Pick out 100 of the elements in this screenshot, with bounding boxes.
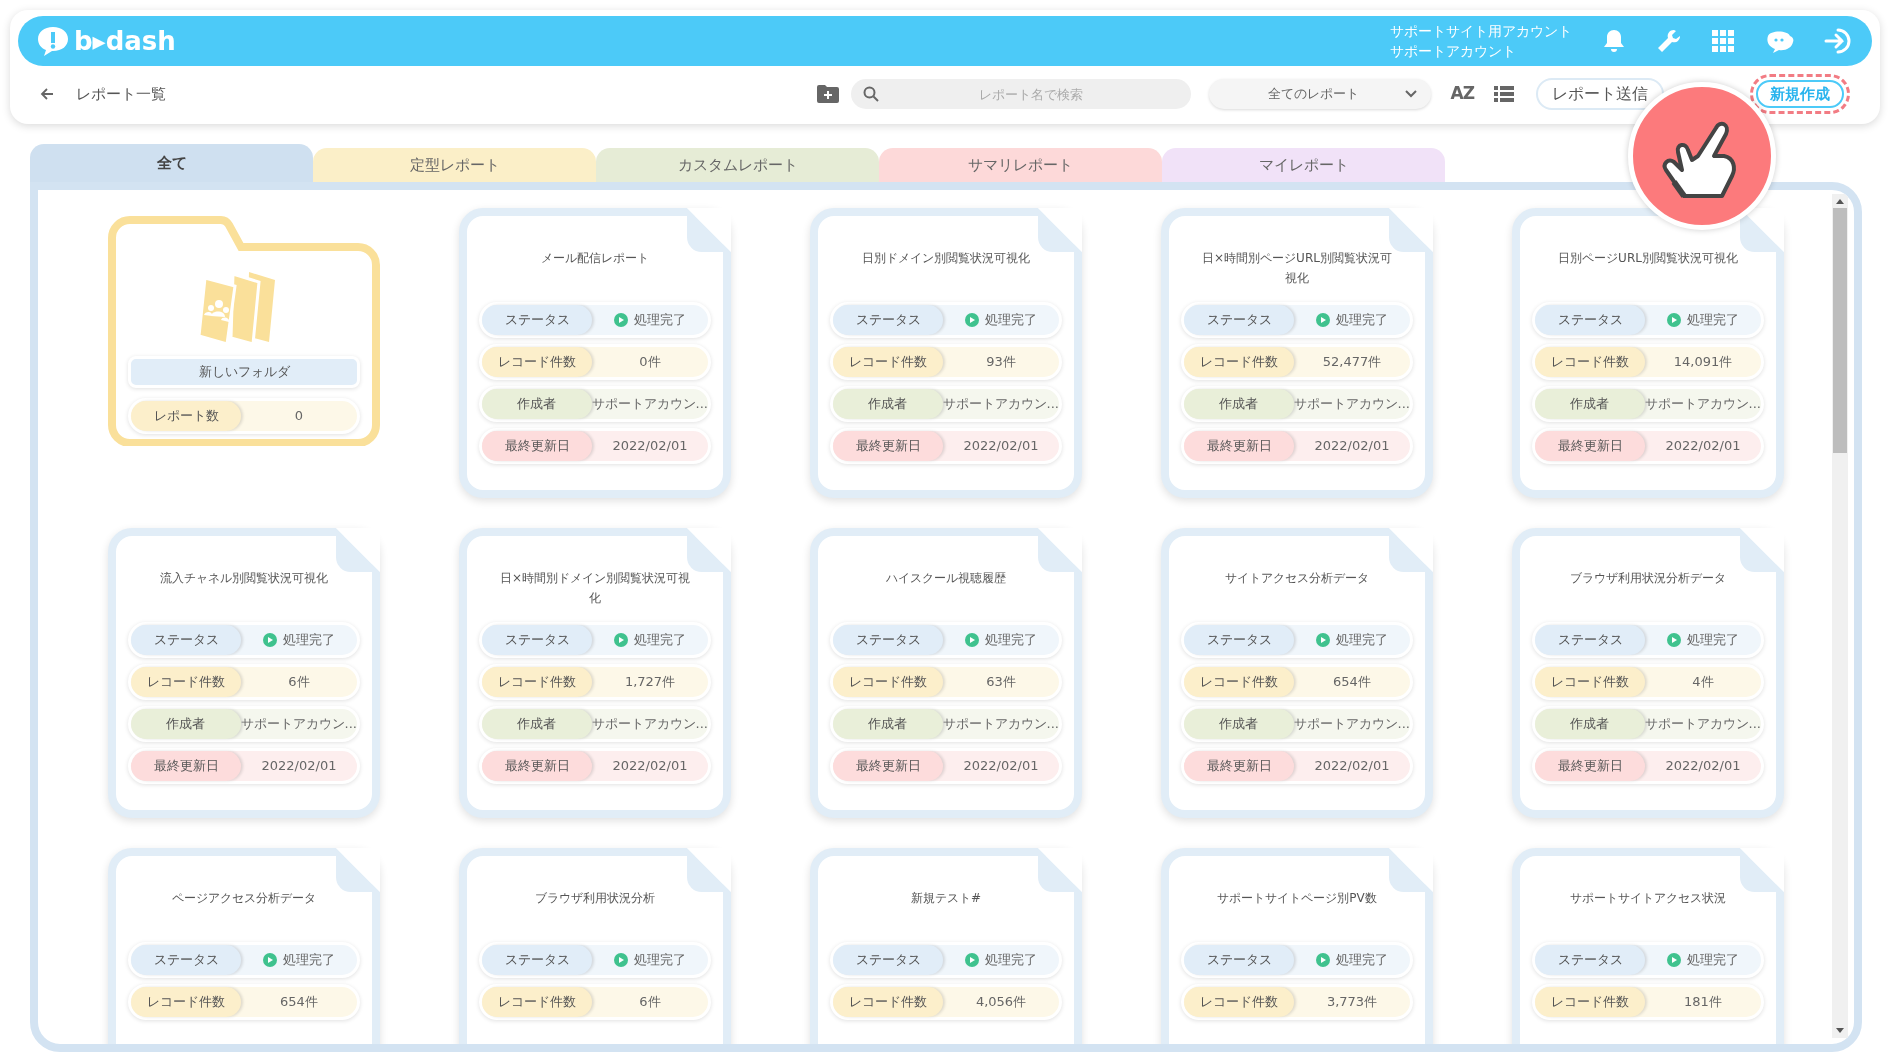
report-card[interactable]: 日×時間別ページURL別閲覧状況可視化 ステータス 処理完了 レコード件数 52,477件 作成者 サポートアカウン... 最終更新日 2022/02/01 — [1161, 208, 1433, 498]
page-fold — [687, 848, 731, 892]
report-tab[interactable]: マイレポート — [1162, 148, 1445, 182]
list-view-icon[interactable] — [1494, 86, 1514, 102]
row-label: 作成者 — [1184, 709, 1294, 739]
report-title: 日×時間別ページURL別閲覧状況可視化 — [1201, 250, 1393, 287]
row-label: ステータス — [1184, 305, 1294, 335]
report-card[interactable]: ハイスクール視聴履歴 ステータス 処理完了 レコード件数 63件 作成者 サポートアカウン... 最終更新日 2022/02/01 — [810, 528, 1082, 818]
row-value: 14,091件 — [1673, 353, 1733, 372]
play-icon — [614, 953, 628, 967]
page-fold — [1038, 208, 1082, 252]
report-card[interactable]: メール配信レポート ステータス 処理完了 レコード件数 0件 作成者 サポートアカウン... 最終更新日 2022/02/01 — [459, 208, 731, 498]
report-title: サポートサイトアクセス状況 — [1569, 890, 1727, 907]
report-card[interactable]: 日別ページURL別閲覧状況可視化 ステータス 処理完了 レコード件数 14,091件 作成者 サポートアカウン... 最終更新日 2022/02/01 — [1512, 208, 1784, 498]
play-icon — [614, 313, 628, 327]
report-tab[interactable]: 全て — [30, 144, 313, 182]
report-card[interactable]: ブラウザ利用状況分析データ ステータス 処理完了 レコード件数 4件 作成者 サポートアカウン... 最終更新日 2022/02/01 — [1512, 528, 1784, 818]
row-label: ステータス — [482, 945, 592, 975]
row-label: 最終更新日 — [1535, 751, 1645, 781]
report-card[interactable]: 流入チャネル別閲覧状況可視化 ステータス 処理完了 レコード件数 6件 作成者 サポートアカウン... 最終更新日 2022/02/01 — [108, 528, 380, 818]
row-label: ステータス — [833, 625, 943, 655]
play-icon — [263, 633, 277, 647]
row-label: 作成者 — [1535, 709, 1645, 739]
grid-icon[interactable] — [1712, 30, 1734, 52]
report-card[interactable]: ページアクセス分析データ ステータス 処理完了 レコード件数 654件 — [108, 848, 380, 1044]
row-label: ステータス — [482, 625, 592, 655]
scrollbar[interactable] — [1832, 194, 1848, 1038]
account-site-text: サポートサイト用アカウント — [1390, 22, 1572, 41]
row-value: 処理完了 — [634, 631, 686, 650]
page-fold — [687, 528, 731, 572]
play-icon — [965, 633, 979, 647]
row-label: 作成者 — [482, 709, 592, 739]
report-tab[interactable]: サマリレポート — [879, 148, 1162, 182]
report-tab[interactable]: カスタムレポート — [596, 148, 879, 182]
row-label: レコード件数 — [1535, 347, 1645, 377]
scrollbar-thumb[interactable] — [1833, 208, 1847, 453]
row-value: 0件 — [639, 353, 661, 372]
row-label: ステータス — [131, 945, 241, 975]
row-label: 作成者 — [833, 389, 943, 419]
page-fold — [1389, 528, 1433, 572]
report-title: 流入チャネル別閲覧状況可視化 — [159, 570, 329, 587]
account-name-text: サポートアカウント — [1390, 42, 1517, 61]
report-title: ブラウザ利用状況分析データ — [1569, 570, 1727, 587]
row-label: 最終更新日 — [833, 751, 943, 781]
page-fold — [336, 848, 380, 892]
page-fold — [1038, 528, 1082, 572]
play-icon — [1667, 953, 1681, 967]
row-value: サポートアカウン... — [591, 715, 708, 734]
report-card[interactable]: 新規テスト# ステータス 処理完了 レコード件数 4,056件 — [810, 848, 1082, 1044]
report-card[interactable]: ブラウザ利用状況分析 ステータス 処理完了 レコード件数 6件 — [459, 848, 731, 1044]
row-label: 作成者 — [1535, 389, 1645, 419]
row-label: レコード件数 — [833, 987, 943, 1017]
row-value: 2022/02/01 — [612, 437, 688, 456]
row-label: ステータス — [833, 945, 943, 975]
page-fold — [1389, 208, 1433, 252]
report-card[interactable]: 日×時間別ドメイン別閲覧状況可視化 ステータス 処理完了 レコード件数 1,727件 作成者 サポートアカウン... 最終更新日 2022/02/01 — [459, 528, 731, 818]
page-fold — [1740, 528, 1784, 572]
play-icon — [1667, 633, 1681, 647]
report-card[interactable]: サポートサイトページ別PV数 ステータス 処理完了 レコード件数 3,773件 — [1161, 848, 1433, 1044]
back-arrow-icon[interactable] — [40, 87, 54, 101]
row-value: 63件 — [986, 673, 1016, 692]
row-value: 2022/02/01 — [1314, 437, 1390, 456]
row-label: レコード件数 — [833, 667, 943, 697]
play-icon — [1316, 633, 1330, 647]
add-folder-icon[interactable] — [816, 85, 839, 103]
row-label: 作成者 — [482, 389, 592, 419]
report-filter-select[interactable]: 全てのレポート — [1208, 79, 1431, 109]
report-title: ページアクセス分析データ — [171, 890, 317, 907]
row-label: ステータス — [1184, 625, 1294, 655]
sort-az-button[interactable]: AZ — [1450, 81, 1474, 107]
report-card[interactable]: サイトアクセス分析データ ステータス 処理完了 レコード件数 654件 作成者 サポートアカウン... 最終更新日 2022/02/01 — [1161, 528, 1433, 818]
report-title: 日別ドメイン別閲覧状況可視化 — [861, 250, 1031, 267]
row-value: 2022/02/01 — [612, 757, 688, 776]
row-value: サポートアカウン... — [942, 715, 1059, 734]
report-title: 新規テスト# — [909, 890, 983, 907]
row-label: レコード件数 — [1184, 987, 1294, 1017]
row-label: レコード件数 — [482, 347, 592, 377]
page-fold — [1740, 208, 1784, 252]
row-label: レコード件数 — [482, 987, 592, 1017]
play-icon — [965, 313, 979, 327]
row-value: サポートアカウン... — [591, 395, 708, 414]
page-fold — [1740, 848, 1784, 892]
bell-icon[interactable] — [1602, 28, 1626, 54]
report-card[interactable]: サポートサイトアクセス状況 ステータス 処理完了 レコード件数 181件 — [1512, 848, 1784, 1044]
report-title: 日×時間別ドメイン別閲覧状況可視化 — [498, 570, 692, 607]
row-value: サポートアカウン... — [240, 715, 357, 734]
row-value: 処理完了 — [634, 951, 686, 970]
row-label: レコード件数 — [833, 347, 943, 377]
row-value: 2022/02/01 — [1314, 757, 1390, 776]
report-card[interactable]: 日別ドメイン別閲覧状況可視化 ステータス 処理完了 レコード件数 93件 作成者 サポートアカウン... 最終更新日 2022/02/01 — [810, 208, 1082, 498]
row-label: レコード件数 — [1535, 987, 1645, 1017]
page-fold — [336, 528, 380, 572]
row-label: ステータス — [482, 305, 592, 335]
report-title: 日別ページURL別閲覧状況可視化 — [1557, 250, 1739, 267]
play-icon — [1667, 313, 1681, 327]
row-value: 52,477件 — [1322, 353, 1382, 372]
row-value: 処理完了 — [985, 631, 1037, 650]
wrench-icon[interactable] — [1656, 28, 1682, 54]
row-value: 処理完了 — [1687, 951, 1739, 970]
report-tab[interactable]: 定型レポート — [313, 148, 596, 182]
